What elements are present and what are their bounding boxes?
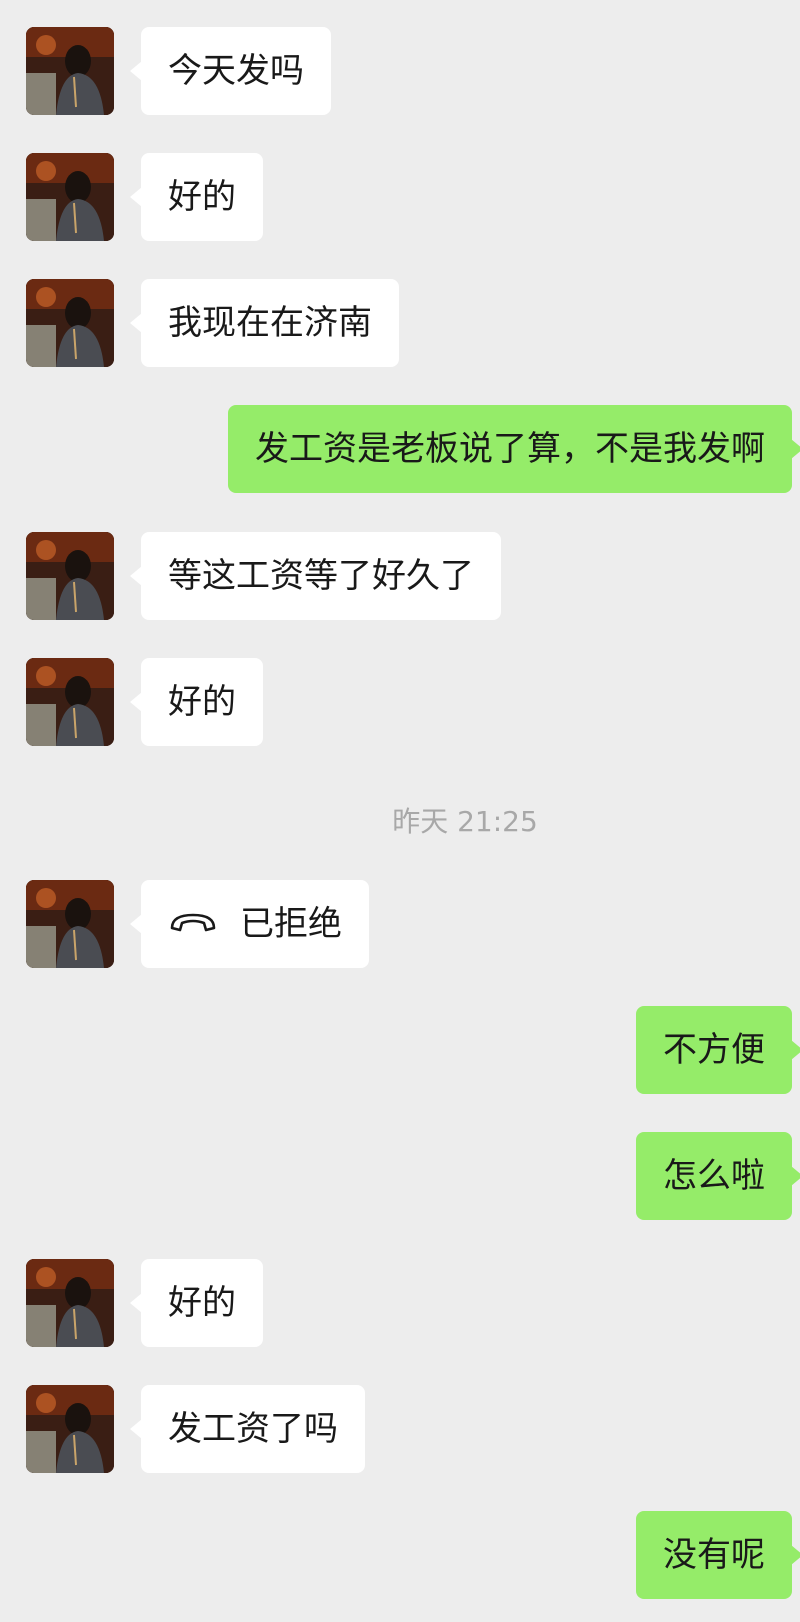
- contact-avatar[interactable]: [26, 153, 114, 241]
- message-row: 今天发吗: [0, 27, 800, 117]
- message-bubble[interactable]: 发工资是老板说了算，不是我发啊: [228, 405, 800, 493]
- message-row: 好的: [0, 153, 800, 243]
- contact-avatar[interactable]: [26, 27, 114, 115]
- message-bubble[interactable]: 好的: [130, 1259, 263, 1347]
- message-row: 没有呢: [0, 1511, 800, 1601]
- message-row: 怎么啦: [0, 1132, 800, 1222]
- chat-view[interactable]: 今天发吗 好的 我现在在济南 发工资是老板说了算，不是我发啊 等这工资等了好久了…: [0, 0, 800, 1622]
- contact-avatar[interactable]: [26, 1385, 114, 1473]
- contact-avatar[interactable]: [26, 658, 114, 746]
- message-row: 等这工资等了好久了: [0, 532, 800, 622]
- message-bubble[interactable]: 我现在在济南: [130, 279, 399, 367]
- message-row: 好的: [0, 1259, 800, 1349]
- contact-avatar[interactable]: [26, 880, 114, 968]
- message-timestamp: 昨天 21:25: [392, 805, 538, 838]
- contact-avatar[interactable]: [26, 1259, 114, 1347]
- call-declined-bubble[interactable]: 已拒绝: [130, 879, 369, 968]
- message-row: 发工资是老板说了算，不是我发啊: [0, 405, 800, 495]
- message-row: 不方便: [0, 1006, 800, 1096]
- message-bubble[interactable]: 没有呢: [636, 1511, 800, 1599]
- message-bubble[interactable]: 不方便: [636, 1006, 800, 1094]
- contact-avatar[interactable]: [26, 279, 114, 367]
- message-bubble[interactable]: 发工资了吗: [130, 1385, 365, 1473]
- message-row: 发工资了吗: [0, 1385, 800, 1475]
- message-bubble[interactable]: 今天发吗: [130, 27, 331, 115]
- phone-hangup-icon: [168, 879, 218, 967]
- message-bubble[interactable]: 等这工资等了好久了: [130, 532, 501, 620]
- call-status-text: 已拒绝: [240, 904, 342, 944]
- message-bubble[interactable]: 好的: [130, 153, 263, 241]
- message-row: 已拒绝: [0, 880, 800, 970]
- contact-avatar[interactable]: [26, 532, 114, 620]
- message-row: 好的: [0, 658, 800, 748]
- message-bubble[interactable]: 好的: [130, 658, 263, 746]
- message-row: 我现在在济南: [0, 279, 800, 369]
- message-bubble[interactable]: 怎么啦: [636, 1132, 800, 1220]
